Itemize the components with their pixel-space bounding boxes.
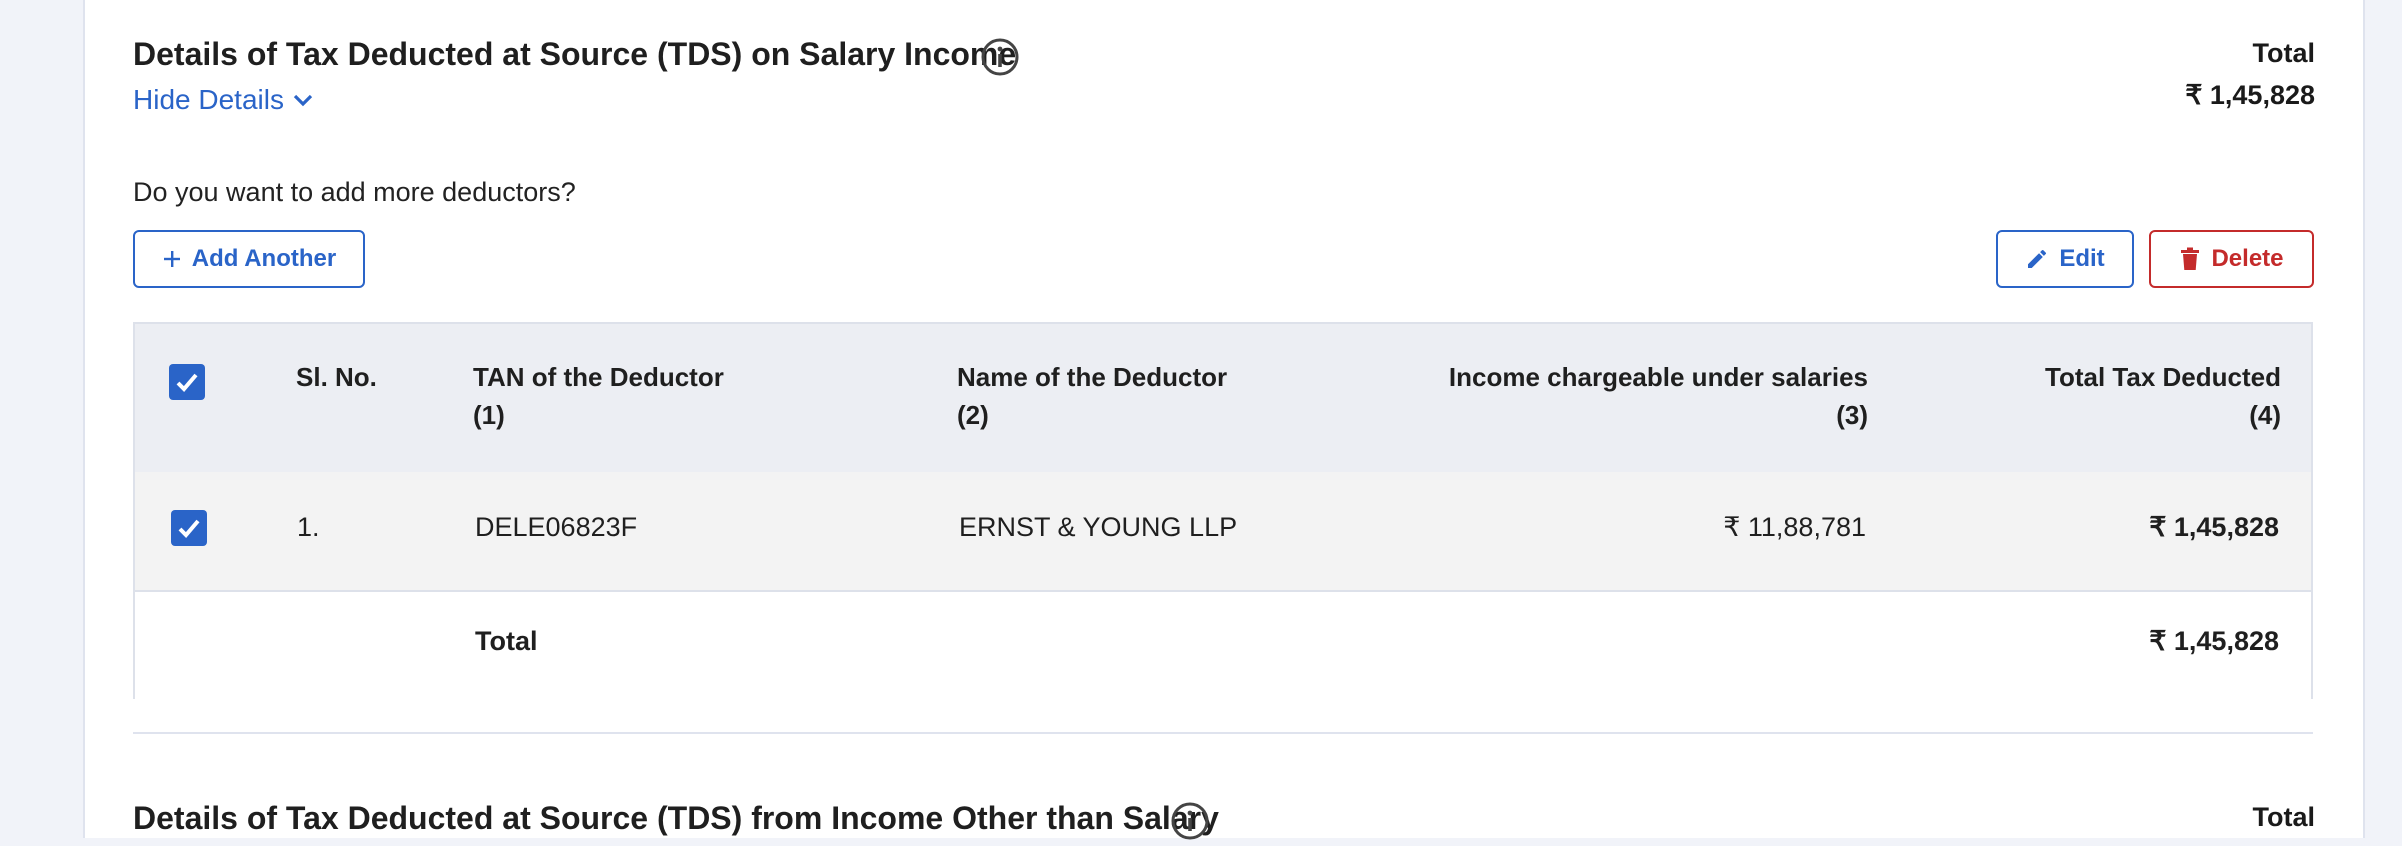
section2-total-label: Total <box>2252 802 2316 832</box>
pencil-icon <box>2028 249 2047 268</box>
deductors-table: Sl. No. TAN of the Deductor (1) Name of … <box>133 322 2313 699</box>
row-deductor-name: ERNST & YOUNG LLP <box>959 512 1238 542</box>
trash-icon <box>2181 247 2200 270</box>
add-deductors-question: Do you want to add more deductors? <box>133 177 576 207</box>
header-income-title: Income chargeable under salaries <box>1448 362 1868 392</box>
hide-details-link[interactable]: Hide Details <box>133 84 316 116</box>
section-total-value: ₹ 1,45,828 <box>2185 80 2315 110</box>
section-total-label: Total <box>2252 38 2316 68</box>
row-sl-no: 1. <box>297 512 320 542</box>
header-tax: Total Tax Deducted (4) <box>2045 358 2281 434</box>
section-title: Details of Tax Deducted at Source (TDS) … <box>133 36 1017 72</box>
add-another-button[interactable]: Add Another <box>133 230 365 288</box>
header-income: Income chargeable under salaries (3) <box>1449 358 1868 434</box>
info-icon[interactable] <box>980 37 1020 82</box>
chevron-down-icon <box>293 94 313 107</box>
plus-icon <box>163 251 180 267</box>
tds-panel: Details of Tax Deducted at Source (TDS) … <box>83 0 2365 840</box>
table-row[interactable]: 1. DELE06823F ERNST & YOUNG LLP ₹ 11,88,… <box>135 472 2311 592</box>
row-tax: ₹ 1,45,828 <box>2149 512 2279 542</box>
delete-label: Delete <box>2211 245 2284 272</box>
row-checkbox[interactable] <box>171 510 207 546</box>
section2-title: Details of Tax Deducted at Source (TDS) … <box>133 800 1219 836</box>
select-all-checkbox[interactable] <box>169 364 205 400</box>
header-income-index: (3) <box>1836 400 1868 430</box>
add-another-label: Add Another <box>191 245 337 272</box>
header-sl-no: Sl. No. <box>296 362 377 392</box>
footer-total-value: ₹ 1,45,828 <box>2149 626 2279 656</box>
edit-button[interactable]: Edit <box>1996 230 2134 288</box>
table-header: Sl. No. TAN of the Deductor (1) Name of … <box>135 324 2311 472</box>
header-name-title: Name of the Deductor <box>957 362 1228 392</box>
footer-total-label: Total <box>475 626 538 656</box>
edit-label: Edit <box>2059 245 2105 272</box>
header-tan-title: TAN of the Deductor <box>473 362 724 392</box>
header-tax-index: (4) <box>2249 400 2281 430</box>
header-name: Name of the Deductor (2) <box>957 358 1227 434</box>
header-tan-index: (1) <box>473 400 505 430</box>
header-name-index: (2) <box>957 400 989 430</box>
header-tax-title: Total Tax Deducted <box>2045 362 2281 392</box>
check-icon <box>176 373 198 392</box>
hide-details-label: Hide Details <box>133 84 284 115</box>
row-income: ₹ 11,88,781 <box>1723 512 1866 542</box>
delete-button[interactable]: Delete <box>2149 230 2314 288</box>
check-icon <box>178 519 200 538</box>
info-icon[interactable] <box>1170 801 1210 846</box>
section-divider <box>133 732 2313 734</box>
header-tan: TAN of the Deductor (1) <box>473 358 724 434</box>
table-footer: Total ₹ 1,45,828 <box>135 592 2311 699</box>
row-tan: DELE06823F <box>475 512 638 542</box>
